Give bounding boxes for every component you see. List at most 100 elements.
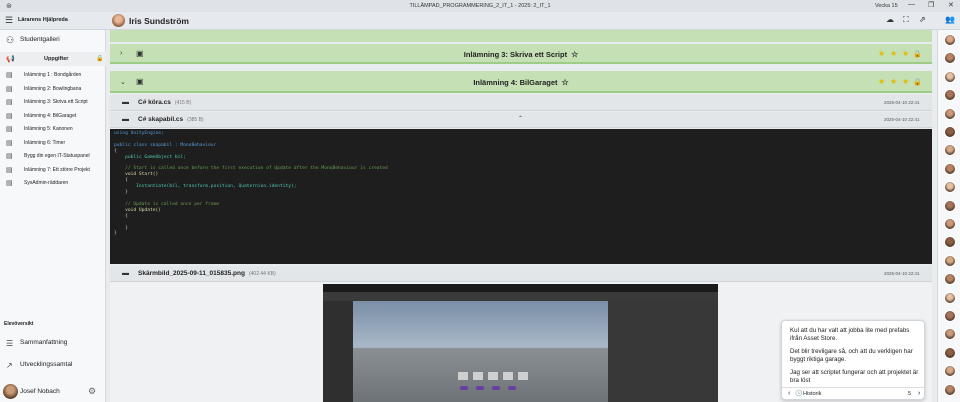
assignment-icon: ▤ xyxy=(6,180,13,187)
file-size: (385 B) xyxy=(187,117,204,123)
sidebar-item-assignment[interactable]: Inlämning 4: BilGaraget xyxy=(24,113,76,119)
code-line: public class skapabil : MonoBehaviour xyxy=(114,142,217,148)
code-line: // Start is called once before the first… xyxy=(114,166,388,172)
assignment-icon: ▤ xyxy=(6,153,13,160)
folder-icon: ▬ xyxy=(122,116,129,123)
star-icon: ★ xyxy=(878,49,886,58)
code-line: { xyxy=(114,213,128,219)
external-link-icon[interactable]: ⇗ xyxy=(919,15,926,24)
lock-icon: 🔒 xyxy=(96,56,104,62)
star-icon: ★ xyxy=(890,49,898,58)
sidebar-item-assignment[interactable]: Bygg din egen IT-Statuspanel xyxy=(24,153,90,159)
menu-icon[interactable]: ☰ xyxy=(5,15,13,26)
code-line: } xyxy=(114,231,117,237)
chevron-up-icon[interactable]: ⌃ xyxy=(518,115,523,122)
student-avatar[interactable] xyxy=(944,291,956,304)
star-icon[interactable]: ☆ xyxy=(562,78,569,87)
chevron-left-icon[interactable]: ‹ xyxy=(788,390,790,397)
clock-icon: 🕓 xyxy=(795,391,803,397)
avatar xyxy=(3,384,18,399)
file-size: (402.44 KB) xyxy=(248,271,276,277)
student-avatar[interactable] xyxy=(944,107,956,120)
assignment-icon: ▤ xyxy=(6,166,13,174)
people-icon[interactable]: 👥 xyxy=(945,15,955,24)
assignment-icon: ▤ xyxy=(6,99,13,106)
student-avatar[interactable] xyxy=(944,181,956,194)
comment-message: Det blir trevligare så, och att du verkl… xyxy=(790,348,913,363)
next-button[interactable]: › xyxy=(918,390,920,397)
star-icon[interactable]: ☆ xyxy=(571,50,578,59)
student-avatar[interactable] xyxy=(944,144,956,157)
code-line: { xyxy=(114,178,128,184)
submission-title-4: Inlämning 4: BilGaraget xyxy=(473,78,558,87)
settings-icon[interactable]: ⚙ xyxy=(88,386,96,397)
assignment-icon: ▤ xyxy=(6,112,13,120)
folder-icon: ▬ xyxy=(122,270,129,277)
student-avatar[interactable] xyxy=(944,218,956,230)
student-avatar[interactable] xyxy=(944,346,956,359)
student-avatar[interactable] xyxy=(944,162,956,175)
window-titlebar: ⊛ TILLÄMPAD_PROGRAMMERING_2_IT_1 - 2025:… xyxy=(0,0,960,12)
student-avatar[interactable] xyxy=(944,52,956,65)
fullscreen-icon[interactable]: ⛶ xyxy=(903,15,909,25)
student-avatar[interactable] xyxy=(944,328,956,341)
history-link[interactable]: Historik xyxy=(803,391,821,397)
submission-header-4[interactable]: ⌄ ▣ Inlämning 4: BilGaraget ☆ ★ ★ ★ 🔒 xyxy=(110,71,932,93)
student-avatar[interactable] xyxy=(944,70,956,83)
file-row[interactable]: ▬ Skärmbild_2025-09-11_015835.png (402.44… xyxy=(110,266,932,282)
file-date: 2025-04-10 22:41 xyxy=(884,117,920,122)
sidebar-item-assignment[interactable]: Inlämning 7: Ett större Projekt xyxy=(24,167,90,173)
student-avatar[interactable] xyxy=(944,89,956,102)
sidebar: ⚇ Studentgalleri 📢 Uppgifter 🔒 ▤ Inlämnin… xyxy=(0,30,106,402)
student-avatar[interactable] xyxy=(944,34,956,46)
comment-panel: Kul att du har valt att jobba lite med p… xyxy=(781,320,926,401)
minimize-button[interactable]: — xyxy=(908,1,915,8)
restore-button[interactable]: ❐ xyxy=(928,1,934,9)
assignment-icon: ▤ xyxy=(6,72,13,79)
file-size: (415 B) xyxy=(174,100,192,106)
sidebar-item-assignment[interactable]: Inlämning 2: Bowlingbana xyxy=(24,86,81,92)
sidebar-item-utvecklingssamtal[interactable]: Utvecklingssamtal xyxy=(20,361,72,368)
star-icon: ★ xyxy=(902,77,910,86)
lock-icon: 🔒 xyxy=(913,79,922,86)
submission-title-3: Inlämning 3: Skriva ett Script xyxy=(463,50,568,59)
student-avatar[interactable] xyxy=(944,310,956,322)
sidebar-item-assignment[interactable]: Inlämning 1 : Bondgården xyxy=(24,72,81,78)
count-badge: 5 xyxy=(908,391,912,397)
student-avatar[interactable] xyxy=(944,199,956,212)
assignment-icon: ▤ xyxy=(6,139,13,147)
student-avatar[interactable] xyxy=(944,126,956,138)
student-avatar[interactable] xyxy=(944,273,956,286)
student-avatar[interactable] xyxy=(944,236,956,249)
star-icon: ★ xyxy=(902,49,910,58)
student-avatar[interactable] xyxy=(944,383,956,396)
footer-user-name: Josef Nobach xyxy=(20,388,60,395)
overview-label: Elevöversikt xyxy=(4,321,34,327)
code-line: public GameObject bil; xyxy=(114,154,186,160)
file-row[interactable]: ▬ C# skapabil.cs (385 B) ⌃ 2025-04-10 22:… xyxy=(110,112,932,128)
screenshot-image[interactable] xyxy=(323,284,718,402)
file-row[interactable]: ▬ C# köra.cs (415 B) 2025-04-10 22:41 xyxy=(110,95,932,111)
sidebar-tasks-header[interactable]: 📢 Uppgifter 🔒 xyxy=(0,52,106,66)
code-line: } xyxy=(114,190,128,196)
avatar xyxy=(112,14,125,27)
code-line: // Update is called once per frame xyxy=(114,201,220,207)
growth-icon: ↗ xyxy=(6,361,13,370)
student-avatar[interactable] xyxy=(944,254,956,267)
code-line: void Update() xyxy=(114,207,162,213)
cloud-icon[interactable]: ☁ xyxy=(886,15,894,24)
student-avatar[interactable] xyxy=(944,365,956,378)
sidebar-item-assignment[interactable]: SysAdmin-räddaren xyxy=(24,180,68,186)
star-icon: ★ xyxy=(890,77,898,86)
sidebar-item-assignment[interactable]: Inlämning 6: Timer xyxy=(24,140,65,146)
list-icon: ☰ xyxy=(6,339,14,348)
submission-header-3[interactable]: › ▣ Inlämning 3: Skriva ett Script ☆ ★ ★ … xyxy=(110,44,932,64)
close-button[interactable]: ✕ xyxy=(948,1,954,9)
sidebar-item-sammanfattning[interactable]: Sammanfattning xyxy=(20,339,67,346)
comment-footer: ‹ 🕓 Historik 5 › xyxy=(782,387,926,401)
section-top-strip xyxy=(110,30,932,42)
sidebar-item-studentgalleri[interactable]: Studentgalleri xyxy=(20,36,60,43)
file-name: Skärmbild_2025-09-11_015835.png xyxy=(138,270,245,277)
sidebar-item-assignment[interactable]: Inlämning 3: Skriva ett Script xyxy=(24,99,88,105)
sidebar-item-assignment[interactable]: Inlämning 5: Kanonen xyxy=(24,126,73,132)
